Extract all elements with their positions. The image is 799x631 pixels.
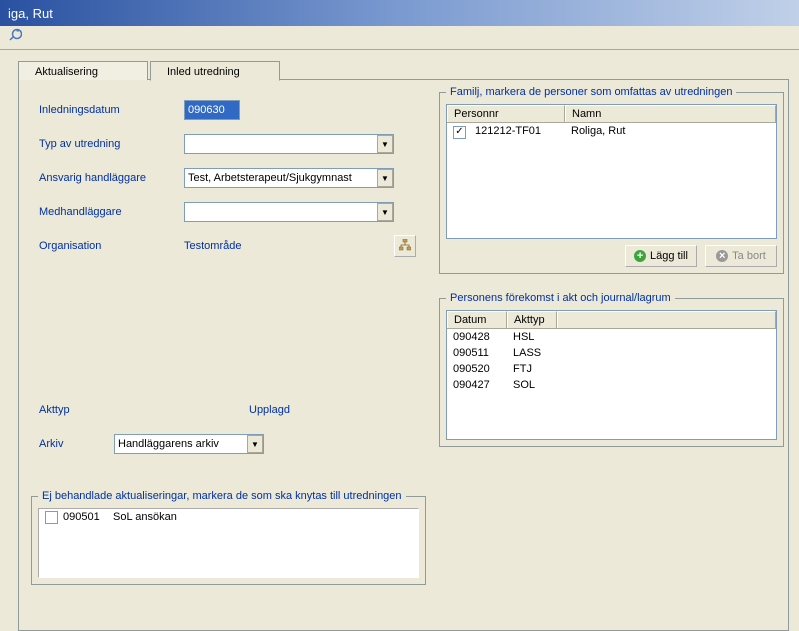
label-typ-utredning: Typ av utredning [39,138,184,150]
list-item[interactable]: 090501 SoL ansökan [39,509,418,529]
tree-icon [399,239,411,254]
table-row[interactable]: 090520 FTJ [447,361,776,377]
legend-familj: Familj, markera de personer som omfattas… [446,86,736,98]
minus-icon: × [716,250,728,262]
tab-aktualisering[interactable]: Aktualisering [18,61,148,80]
plus-icon: + [634,250,646,262]
window-titlebar: iga, Rut [0,0,799,26]
window-title: iga, Rut [8,6,53,21]
label-akttyp: Akttyp [39,404,249,416]
legend-ej-behandlade: Ej behandlade aktualiseringar, markera d… [38,490,406,502]
combo-typ-utredning[interactable]: ▼ [184,134,394,154]
table-row[interactable]: 090428 HSL [447,329,776,345]
label-medhandlaggare: Medhandläggare [39,206,184,218]
combo-arkiv[interactable]: Handläggarens arkiv ▼ [114,434,264,454]
label-upplagd: Upplagd [249,404,394,416]
add-button[interactable]: + Lägg till [625,245,697,267]
chevron-down-icon: ▼ [377,203,393,221]
combo-medhandlaggare[interactable]: ▼ [184,202,394,222]
input-inledningsdatum[interactable] [184,100,240,120]
grid-ej-behandlade: 090501 SoL ansökan [38,508,419,578]
grid-forekomst: Datum Akttyp 090428 HSL 090511 LASS [446,310,777,440]
value-organisation: Testområde [184,240,241,252]
org-picker-button[interactable] [394,235,416,257]
label-ansvarig: Ansvarig handläggare [39,172,184,184]
col-blank [557,311,776,328]
fieldset-familj: Familj, markera de personer som omfattas… [439,86,784,274]
table-row[interactable]: 090511 LASS [447,345,776,361]
combo-ansvarig[interactable]: Test, Arbetsterapeut/Sjukgymnast ▼ [184,168,394,188]
fieldset-ej-behandlade: Ej behandlade aktualiseringar, markera d… [31,490,426,585]
label-organisation: Organisation [39,240,184,252]
legend-forekomst: Personens förekomst i akt och journal/la… [446,292,675,304]
toolbar [0,26,799,50]
col-akttyp[interactable]: Akttyp [507,311,557,328]
fieldset-forekomst: Personens förekomst i akt och journal/la… [439,292,784,447]
tab-inled-utredning[interactable]: Inled utredning [150,61,280,81]
chevron-down-icon: ▼ [247,435,263,453]
col-datum[interactable]: Datum [447,311,507,328]
chevron-down-icon: ▼ [377,169,393,187]
label-arkiv: Arkiv [39,438,114,450]
tab-panel: Inledningsdatum Typ av utredning ▼ Ansva… [18,79,789,631]
table-row[interactable]: 090427 SOL [447,377,776,393]
remove-button[interactable]: × Ta bort [705,245,777,267]
table-row[interactable]: ✓ 121212-TF01 Roliga, Rut [447,123,776,141]
col-personnr[interactable]: Personnr [447,105,565,122]
chevron-down-icon: ▼ [377,135,393,153]
label-inledningsdatum: Inledningsdatum [39,104,184,116]
checkbox[interactable]: ✓ [453,126,466,139]
tab-strip: Aktualisering Inled utredning [18,60,789,80]
grid-familj: Personnr Namn ✓ 121212-TF01 Roliga, Rut [446,104,777,239]
col-namn[interactable]: Namn [565,105,776,122]
refresh-icon[interactable] [6,28,22,44]
